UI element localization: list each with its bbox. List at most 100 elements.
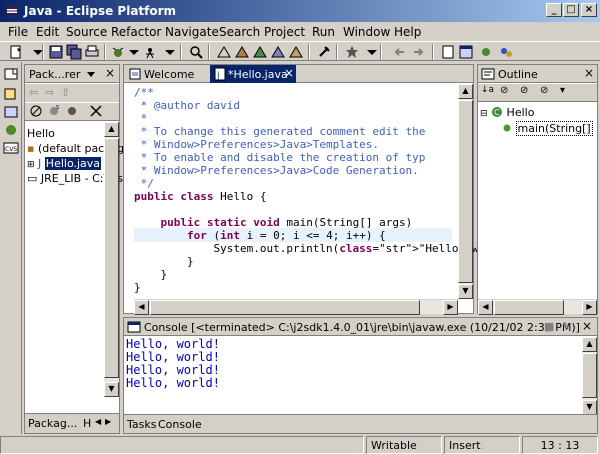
scroll-up-icon[interactable]: ▲ <box>458 84 473 99</box>
tab-welcome[interactable]: Welcome <box>144 68 194 81</box>
code-line[interactable]: */ <box>134 177 154 191</box>
tab-scroll-right-icon[interactable]: ▶ <box>105 417 111 426</box>
resource-perspective-icon[interactable] <box>498 44 514 60</box>
resource-perspective-icon[interactable] <box>3 86 19 102</box>
menu-search[interactable]: Search <box>219 25 260 39</box>
close-view-icon[interactable]: × <box>584 66 594 80</box>
menu-edit[interactable]: Edit <box>36 25 59 39</box>
clear-console-icon[interactable]: ✎ <box>562 320 571 333</box>
save-all-icon[interactable] <box>66 44 82 60</box>
print-icon[interactable] <box>84 44 100 60</box>
run-icon[interactable] <box>142 44 158 60</box>
console-scrollbar[interactable]: ▲ ▼ <box>582 337 597 415</box>
scroll-right-icon[interactable]: ▶ <box>582 300 597 315</box>
code-line[interactable]: } <box>134 268 167 282</box>
code-line[interactable]: * To enable and disable the creation of … <box>134 151 426 165</box>
package-explorer-tab[interactable]: Pack...rer <box>29 68 80 81</box>
menu-source[interactable]: Source <box>66 25 107 39</box>
outline-horizontal-scrollbar[interactable]: ◀ ▶ <box>478 299 597 315</box>
open-package-icon[interactable] <box>234 44 250 60</box>
maximize-button[interactable]: □ <box>563 3 579 17</box>
new-package-icon[interactable] <box>288 44 304 60</box>
view-menu-icon[interactable] <box>87 70 95 78</box>
filter-icon[interactable] <box>29 104 43 118</box>
code-line[interactable]: * @author david <box>134 99 240 113</box>
close-view-icon[interactable]: × <box>582 319 592 333</box>
tab-scroll-left-icon[interactable]: ◀ <box>95 417 101 426</box>
outline-method-main[interactable]: main(String[] <box>502 121 593 136</box>
menu-help[interactable]: Help <box>394 25 421 39</box>
collapse-all-icon[interactable] <box>89 104 103 118</box>
hide-static-icon[interactable]: ⊘ <box>520 85 528 96</box>
scroll-down-icon[interactable]: ▼ <box>104 382 119 397</box>
tree-project-hello[interactable]: Hello <box>27 127 55 140</box>
new-class-icon[interactable] <box>252 44 268 60</box>
sort-icon[interactable]: ↓a <box>481 85 494 95</box>
debug-perspective-icon[interactable] <box>478 44 494 60</box>
close-view-icon[interactable]: × <box>105 66 115 80</box>
dropdown-arrow-icon[interactable] <box>126 44 142 60</box>
outline-tab[interactable]: Outline <box>498 68 538 81</box>
code-line[interactable]: /** <box>134 86 154 100</box>
terminate-icon[interactable]: ■ <box>544 320 554 333</box>
search-icon[interactable] <box>188 44 204 60</box>
menu-project[interactable]: Project <box>264 25 305 39</box>
dropdown-arrow-icon[interactable] <box>364 44 380 60</box>
menu-navigate[interactable]: Navigate <box>165 25 219 39</box>
menu-run[interactable]: Run <box>312 25 335 39</box>
save-icon[interactable] <box>48 44 64 60</box>
view-menu-icon[interactable]: ▾ <box>560 85 565 96</box>
scroll-down-icon[interactable]: ▼ <box>458 284 473 299</box>
open-type-icon[interactable] <box>216 44 232 60</box>
hide-nonpublic-icon[interactable]: ⊘ <box>540 85 548 96</box>
debug-icon[interactable] <box>110 44 126 60</box>
dropdown-arrow-icon[interactable] <box>162 44 178 60</box>
new-interface-icon[interactable] <box>270 44 286 60</box>
tab-hierarchy[interactable]: H <box>83 417 91 430</box>
cvs-perspective-icon[interactable]: CVS <box>3 140 19 156</box>
tab-console[interactable]: Console <box>158 418 202 431</box>
hide-fields-icon[interactable]: ⊘ <box>500 85 508 96</box>
java-perspective-icon[interactable] <box>3 104 19 120</box>
pin-icon[interactable] <box>316 44 332 60</box>
scroll-up-icon[interactable]: ▲ <box>582 337 597 352</box>
code-line[interactable]: * Window>Preferences>Java>Templates. <box>134 138 379 152</box>
perspective-icon[interactable] <box>440 44 456 60</box>
new-icon[interactable]: ▾ <box>8 44 24 60</box>
hide-static-icon[interactable]: S <box>47 104 61 118</box>
scroll-left-icon[interactable]: ◀ <box>478 300 493 315</box>
close-tab-icon[interactable]: × <box>284 66 294 80</box>
scroll-left-icon[interactable]: ◀ <box>134 300 149 315</box>
outline-class-hello[interactable]: ⊟ C Hello <box>480 106 534 119</box>
menu-window[interactable]: Window <box>343 25 390 39</box>
tree-jre-lib[interactable]: ▭ JRE_LIB - C:\j2sdk <box>27 172 136 185</box>
editor-horizontal-scrollbar[interactable]: ◀ ▶ <box>134 299 458 315</box>
toggle-icon[interactable] <box>344 44 360 60</box>
back-arrow-icon[interactable]: ⇦ <box>29 86 38 99</box>
code-line[interactable]: } <box>134 281 141 295</box>
scroll-up-icon[interactable]: ▲ <box>104 122 119 137</box>
package-scrollbar[interactable]: ▲ ▼ <box>104 122 119 397</box>
forward-arrow-icon[interactable]: ⇨ <box>45 86 54 99</box>
forward-arrow-icon[interactable] <box>410 44 426 60</box>
hide-fields-icon[interactable] <box>65 104 79 118</box>
tab-hello-java[interactable]: J *Hello.java × <box>210 65 296 83</box>
open-perspective-icon[interactable] <box>3 66 19 82</box>
minimize-button[interactable]: _ <box>546 3 562 17</box>
code-line[interactable]: * Window>Preferences>Java>Code Generatio… <box>134 164 419 178</box>
code-line-main-method[interactable]: public static void main(String[] args) <box>134 216 413 230</box>
code-line[interactable]: } <box>134 255 194 269</box>
scroll-right-icon[interactable]: ▶ <box>443 300 458 315</box>
tree-hello-java[interactable]: ⊞ J Hello.java <box>27 157 102 170</box>
expand-icon[interactable]: ⊞ <box>27 160 35 170</box>
menu-refactor[interactable]: Refactor <box>111 25 161 39</box>
back-arrow-icon[interactable] <box>392 44 408 60</box>
scroll-down-icon[interactable]: ▼ <box>582 400 597 415</box>
code-line[interactable]: * To change this generated comment edit … <box>134 125 426 139</box>
code-line-println[interactable]: System.out.println(class="str">"Hello, w… <box>134 242 504 256</box>
code-line-for-loop[interactable]: for (int i = 0; i <= 4; i++) { <box>134 229 386 243</box>
collapse-icon[interactable]: ⊟ <box>480 109 488 119</box>
menu-file[interactable]: File <box>8 25 28 39</box>
code-line[interactable]: * <box>134 112 148 126</box>
up-arrow-icon[interactable]: ⇧ <box>61 86 70 99</box>
